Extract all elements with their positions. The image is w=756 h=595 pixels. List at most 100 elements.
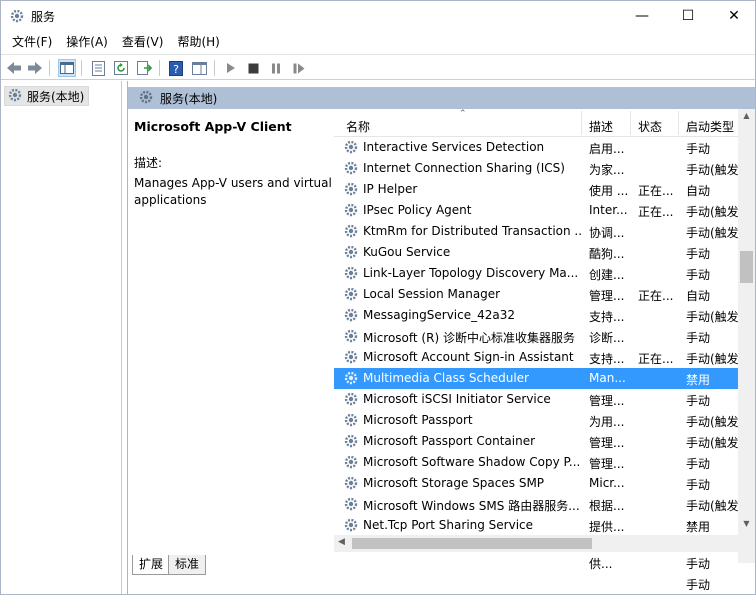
menu-view[interactable]: 查看(V) — [115, 31, 171, 53]
service-name-cell: Link-Layer Topology Discovery Ma... — [363, 266, 579, 280]
tab-standard[interactable]: 标准 — [168, 555, 207, 575]
service-description-cell: 使用 ... — [589, 184, 629, 198]
menu-help[interactable]: 帮助(H) — [170, 31, 226, 53]
table-row[interactable]: Microsoft iSCSI Initiator Service 管理... 手动 — [334, 389, 739, 410]
stop-service-icon[interactable] — [244, 59, 262, 77]
refresh-icon[interactable] — [112, 59, 130, 77]
forward-arrow-icon[interactable] — [26, 59, 44, 77]
gear-icon — [138, 89, 154, 108]
export-icon[interactable] — [135, 59, 153, 77]
menu-bar: 文件(F) 操作(A) 查看(V) 帮助(H) — [1, 31, 755, 53]
properties-icon[interactable] — [89, 59, 107, 77]
help-icon[interactable]: ? — [167, 59, 185, 77]
table-row[interactable]: 手动 — [334, 573, 739, 594]
column-header-name[interactable]: 名称 — [346, 118, 370, 135]
menu-action[interactable]: 操作(A) — [59, 31, 115, 53]
service-description-cell: 根据... — [589, 499, 625, 513]
scroll-up-arrow-icon[interactable]: ▲ — [741, 111, 752, 122]
toolbar-separator — [81, 60, 82, 76]
service-startup-cell: 禁用 — [686, 373, 711, 387]
toolbar: ? — [1, 54, 755, 80]
pane-header: 服务(本地) — [128, 87, 755, 109]
service-name-cell: Microsoft iSCSI Initiator Service — [363, 392, 551, 406]
maximize-button[interactable]: ☐ — [665, 1, 711, 31]
toolbar-separator — [49, 60, 50, 76]
service-gear-icon — [343, 475, 359, 491]
service-startup-cell: 自动 — [686, 184, 711, 198]
table-row[interactable]: MessagingService_42a32 支持... 手动(触发 — [334, 305, 739, 326]
table-row[interactable]: Microsoft Passport 为用... 手动(触发 — [334, 410, 739, 431]
column-header-startup-type[interactable]: 启动类型 — [686, 118, 734, 135]
horizontal-scroll-thumb[interactable] — [352, 538, 592, 549]
table-row[interactable]: Interactive Services Detection 启用... 手动 — [334, 137, 739, 158]
table-row[interactable]: KtmRm for Distributed Transaction ... 协调.… — [334, 221, 739, 242]
service-description-cell: 启用... — [589, 142, 625, 156]
start-service-icon[interactable] — [222, 59, 240, 77]
table-row[interactable]: Microsoft Windows SMS 路由器服务... 根据... 手动(触发 — [334, 494, 739, 515]
vertical-scroll-thumb[interactable] — [740, 251, 753, 283]
table-row[interactable]: Microsoft (R) 诊断中心标准收集器服务 诊断... 手动 — [334, 326, 739, 347]
gear-icon — [9, 8, 25, 24]
table-row[interactable]: IP Helper 使用 ... 正在... 自动 — [334, 179, 739, 200]
close-button[interactable]: ✕ — [711, 1, 755, 31]
console-tree-icon[interactable] — [58, 59, 76, 77]
service-status-cell: 正在... — [638, 184, 674, 198]
service-name-cell: Interactive Services Detection — [363, 140, 545, 154]
service-description-cell: Man... — [589, 371, 626, 385]
service-title: Microsoft App-V Client — [134, 119, 292, 134]
service-gear-icon — [343, 265, 359, 281]
vertical-scrollbar[interactable]: ▲ ▼ — [738, 109, 755, 563]
horizontal-scrollbar[interactable]: ◀ — [334, 535, 738, 552]
service-description-cell: 提供... — [589, 520, 625, 534]
column-header-description[interactable]: 描述 — [589, 118, 613, 135]
service-name-cell: MessagingService_42a32 — [363, 308, 516, 322]
service-name-cell: IPsec Policy Agent — [363, 203, 472, 217]
restart-service-icon[interactable] — [290, 59, 308, 77]
scroll-left-arrow-icon[interactable]: ◀ — [338, 537, 345, 547]
table-row[interactable]: 供... 手动 — [334, 552, 739, 573]
service-description-cell: 管理... — [589, 436, 625, 450]
service-startup-cell: 手动 — [686, 142, 711, 156]
table-row[interactable]: Microsoft Storage Spaces SMP Micr... 手动 — [334, 473, 739, 494]
column-header-status[interactable]: 状态 — [638, 118, 662, 135]
table-row[interactable]: Local Session Manager 管理... 正在... 自动 — [334, 284, 739, 305]
service-description-cell: 管理... — [589, 289, 625, 303]
list-header: ⌃ 名称 描述 状态 启动类型 — [334, 109, 755, 137]
sort-ascending-icon: ⌃ — [459, 109, 467, 119]
table-row[interactable]: Microsoft Software Shadow Copy P... 管理...… — [334, 452, 739, 473]
column-divider[interactable] — [581, 111, 582, 135]
pause-service-icon[interactable] — [267, 59, 285, 77]
window-title: 服务 — [31, 10, 56, 24]
service-description-cell: 协调... — [589, 226, 625, 240]
svg-text:?: ? — [173, 63, 179, 76]
service-startup-cell: 手动 — [686, 578, 711, 592]
column-divider[interactable] — [678, 111, 679, 135]
menu-file[interactable]: 文件(F) — [5, 31, 59, 53]
service-gear-icon — [343, 370, 359, 386]
tab-extended[interactable]: 扩展 — [132, 555, 171, 575]
table-row[interactable]: Net.Tcp Port Sharing Service 提供... 禁用 — [334, 515, 739, 536]
service-startup-cell: 手动(触发 — [686, 205, 739, 219]
service-gear-icon — [343, 349, 359, 365]
table-row[interactable]: Microsoft Account Sign-in Assistant 支持...… — [334, 347, 739, 368]
gear-icon — [7, 87, 23, 106]
table-row[interactable]: Microsoft Passport Container 管理... 手动(触发 — [334, 431, 739, 452]
toolbar-separator — [214, 60, 215, 76]
table-row[interactable]: Multimedia Class Scheduler Man... 禁用 — [334, 368, 739, 389]
console-tree: 服务(本地) — [1, 81, 122, 594]
scroll-down-arrow-icon[interactable]: ▼ — [741, 519, 752, 530]
service-name-cell: IP Helper — [363, 182, 418, 196]
minimize-button[interactable]: — — [619, 1, 665, 31]
services-window: 服务 — ☐ ✕ 文件(F) 操作(A) 查看(V) 帮助(H) ? 服务(本地… — [0, 0, 756, 595]
table-row[interactable]: Internet Connection Sharing (ICS) 为家... 手动… — [334, 158, 739, 179]
table-row[interactable]: Link-Layer Topology Discovery Ma... 创建...… — [334, 263, 739, 284]
table-row[interactable]: IPsec Policy Agent Inter... 正在... 手动(触发 — [334, 200, 739, 221]
show-hide-pane-icon[interactable] — [190, 59, 208, 77]
column-divider[interactable] — [630, 111, 631, 135]
service-name-cell: Microsoft Windows SMS 路由器服务... — [363, 499, 580, 513]
back-arrow-icon[interactable] — [5, 59, 23, 77]
service-description: Microsoft App-V Client 描述: Manages App-V… — [134, 119, 334, 209]
service-name-cell: Net.Tcp Port Sharing Service — [363, 518, 534, 532]
table-row[interactable]: KuGou Service 酷狗... 手动 — [334, 242, 739, 263]
tree-item-services-local[interactable]: 服务(本地) — [4, 86, 90, 106]
